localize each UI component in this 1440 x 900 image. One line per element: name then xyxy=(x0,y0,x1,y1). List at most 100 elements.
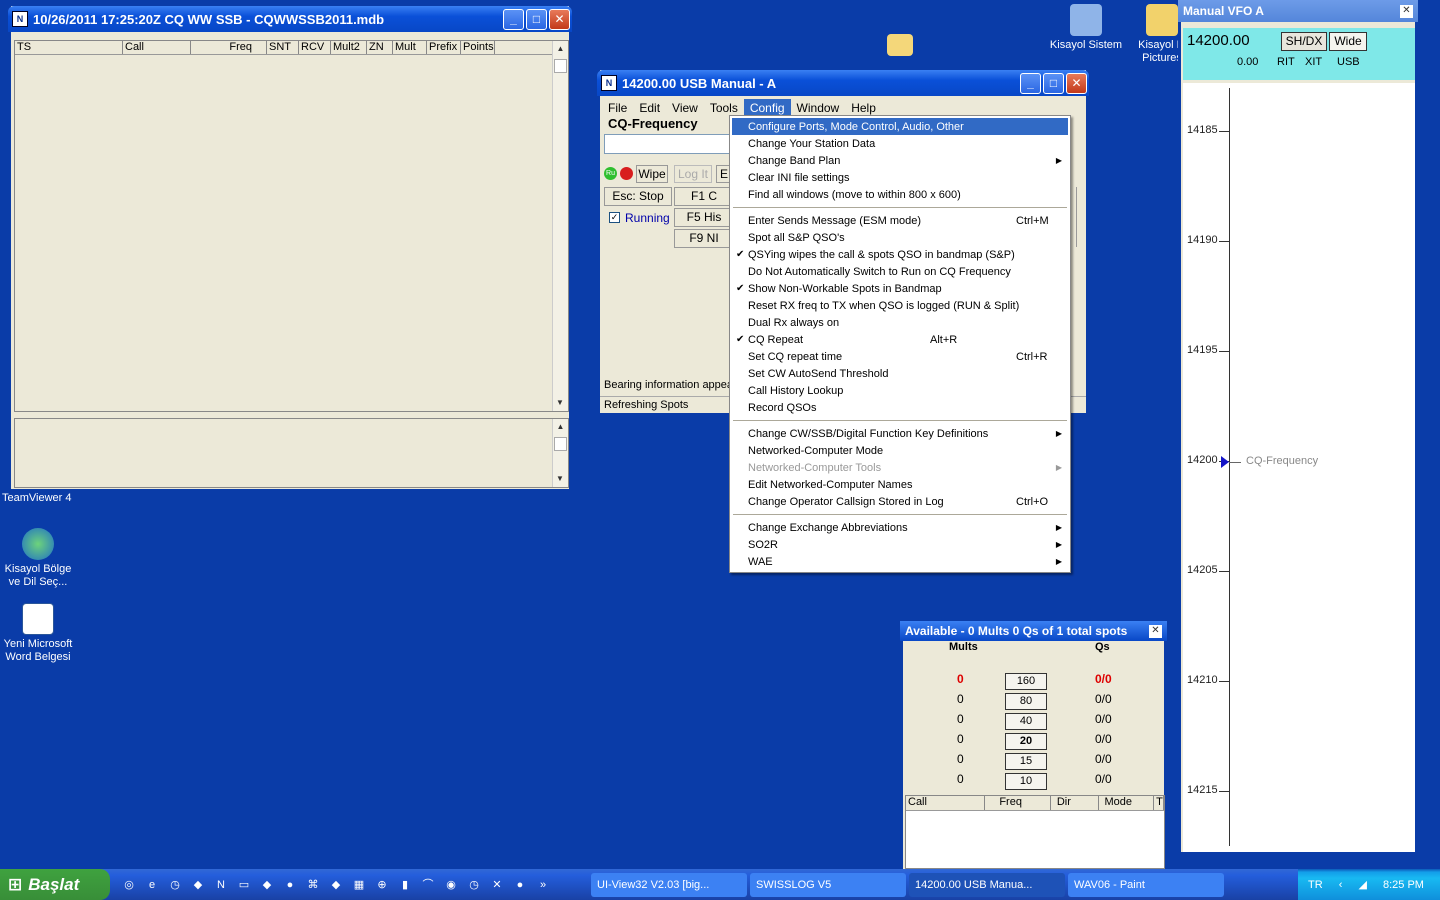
task-ui-view32[interactable]: UI-View32 V2.03 [big... xyxy=(591,872,747,897)
col-call[interactable]: Call xyxy=(123,41,191,54)
col-zn[interactable]: ZN xyxy=(367,41,393,54)
scroll-up-arrow[interactable]: ▲ xyxy=(553,41,568,57)
config-menu-item[interactable]: Set CW AutoSend Threshold xyxy=(732,365,1068,382)
browser-icon[interactable]: ◎ xyxy=(120,876,138,894)
config-menu-item[interactable]: Change Your Station Data xyxy=(732,135,1068,152)
col-call[interactable]: Call xyxy=(906,796,986,810)
desktop-icon-kisayol-sistem[interactable]: Kisayol Sistem xyxy=(1048,4,1124,52)
media-icon[interactable]: ◉ xyxy=(442,876,460,894)
antenna-icon[interactable]: ⌘ xyxy=(304,876,322,894)
band-button[interactable]: 80 xyxy=(1005,693,1047,710)
desktop-icon-word-doc[interactable]: Yeni Microsoft Word Belgesi xyxy=(0,603,76,664)
menu-view[interactable]: View xyxy=(666,99,704,117)
cq-frequency-spot[interactable]: CQ-Frequency xyxy=(1246,455,1318,467)
col-freq[interactable]: Freq xyxy=(191,41,267,54)
config-menu-item[interactable]: Configure Ports, Mode Control, Audio, Ot… xyxy=(732,118,1068,135)
menu-edit[interactable]: Edit xyxy=(633,99,666,117)
config-menu-item[interactable]: Reset RX freq to TX when QSO is logged (… xyxy=(732,297,1068,314)
desktop-icon-folder[interactable] xyxy=(862,34,938,59)
config-menu-item[interactable]: Spot all S&P QSO's xyxy=(732,229,1068,246)
col-dir[interactable]: Dir xyxy=(1051,796,1099,810)
xit-label[interactable]: XIT xyxy=(1305,56,1322,68)
config-menu-item[interactable]: Find all windows (move to within 800 x 6… xyxy=(732,186,1068,203)
tool-icon[interactable]: ◆ xyxy=(327,876,345,894)
task-paint[interactable]: WAV06 - Paint xyxy=(1068,872,1224,897)
scroll-down-arrow[interactable]: ▼ xyxy=(553,395,567,411)
col-mult[interactable]: Mult xyxy=(393,41,427,54)
col-prefix[interactable]: Prefix xyxy=(427,41,461,54)
tray-expand-icon[interactable]: ‹ xyxy=(1339,879,1343,891)
scroll-up-arrow[interactable]: ▲ xyxy=(553,419,568,435)
globe-icon[interactable]: ● xyxy=(281,876,299,894)
config-menu-item[interactable]: ✔ Show Non-Workable Spots in Bandmap xyxy=(732,280,1068,297)
config-menu-item[interactable]: Change Exchange Abbreviations ▶ xyxy=(732,519,1068,536)
col-points[interactable]: Points xyxy=(461,41,495,54)
task-swisslog[interactable]: SWISSLOG V5 xyxy=(750,872,906,897)
target-icon[interactable]: ⊕ xyxy=(373,876,391,894)
wide-button[interactable]: Wide xyxy=(1329,32,1367,51)
config-menu-item[interactable]: Edit Networked-Computer Names xyxy=(732,476,1068,493)
satellite-icon[interactable]: ◆ xyxy=(258,876,276,894)
log-vscroll[interactable]: ▲ ▼ xyxy=(552,41,568,411)
desktop-icon-teamviewer[interactable]: TeamViewer 4 xyxy=(2,492,78,505)
config-menu-item[interactable]: Record QSOs xyxy=(732,399,1068,416)
info-vscroll[interactable]: ▲ ▼ xyxy=(552,419,568,487)
ham-app-icon[interactable]: ◆ xyxy=(189,876,207,894)
config-menu-item[interactable]: Networked-Computer Tools ▶ xyxy=(732,459,1068,476)
spots-list[interactable]: Call Freq Dir Mode T xyxy=(905,795,1165,869)
close-button[interactable]: ✕ xyxy=(549,8,570,30)
scroll-thumb[interactable] xyxy=(554,437,567,451)
config-menu-item[interactable]: Change Band Plan ▶ xyxy=(732,152,1068,169)
config-menu-item[interactable]: Change Operator Callsign Stored in Log Ct… xyxy=(732,493,1068,510)
volume-icon[interactable]: ◢ xyxy=(1358,878,1366,891)
col-freq[interactable]: Freq xyxy=(985,796,1051,810)
col-mult2[interactable]: Mult2 xyxy=(331,41,367,54)
meter-icon[interactable]: ▮ xyxy=(396,876,414,894)
band-button[interactable]: 15 xyxy=(1005,753,1047,770)
earth-icon[interactable]: ● xyxy=(511,876,529,894)
rit-label[interactable]: RIT xyxy=(1277,56,1295,68)
log-it-button[interactable]: Log It xyxy=(674,165,712,183)
menu-file[interactable]: File xyxy=(602,99,633,117)
entry-window-titlebar[interactable]: N 14200.00 USB Manual - A _ □ ✕ xyxy=(597,70,1089,96)
esc-stop-button[interactable]: Esc: Stop xyxy=(604,187,672,206)
minimize-button[interactable]: _ xyxy=(503,8,524,30)
available-titlebar[interactable]: Available - 0 Mults 0 Qs of 1 total spot… xyxy=(900,621,1167,641)
config-menu-item[interactable]: Dual Rx always on xyxy=(732,314,1068,331)
ie-icon[interactable]: e xyxy=(143,876,161,894)
shdx-button[interactable]: SH/DX xyxy=(1281,32,1327,51)
close-button[interactable]: ✕ xyxy=(1149,624,1162,638)
bandmap-area[interactable] xyxy=(1183,83,1415,852)
band-button[interactable]: 20 xyxy=(1005,733,1047,750)
language-indicator[interactable]: TR xyxy=(1308,879,1323,891)
scroll-thumb[interactable] xyxy=(554,59,567,73)
config-menu-item[interactable]: Call History Lookup xyxy=(732,382,1068,399)
start-button[interactable]: ⊞ Başlat xyxy=(0,869,110,900)
butterfly-icon[interactable]: ✕ xyxy=(488,876,506,894)
band-button[interactable]: 10 xyxy=(1005,773,1047,790)
band-button[interactable]: 40 xyxy=(1005,713,1047,730)
config-menu-item[interactable]: Do Not Automatically Switch to Run on CQ… xyxy=(732,263,1068,280)
col-mode[interactable]: Mode xyxy=(1099,796,1155,810)
config-menu-item[interactable]: SO2R ▶ xyxy=(732,536,1068,553)
task-n1mm-entry[interactable]: 14200.00 USB Manua... xyxy=(909,872,1065,897)
callsign-input[interactable] xyxy=(604,134,734,154)
running-checkbox[interactable]: ✓ xyxy=(609,212,620,223)
f5-button[interactable]: F5 His xyxy=(674,208,734,227)
config-menu-item[interactable]: WAE ▶ xyxy=(732,553,1068,570)
clock-app-icon[interactable]: ◷ xyxy=(166,876,184,894)
maximize-button[interactable]: □ xyxy=(526,8,547,30)
config-menu-item[interactable]: Change CW/SSB/Digital Function Key Defin… xyxy=(732,425,1068,442)
bandmap-titlebar[interactable]: Manual VFO A ✕ xyxy=(1178,0,1418,22)
config-menu-item[interactable]: ✔ CQ Repeat Alt+R xyxy=(732,331,1068,348)
config-menu-item[interactable]: ✔ QSYing wipes the call & spots QSO in ba… xyxy=(732,246,1068,263)
close-button[interactable]: ✕ xyxy=(1400,4,1413,18)
log-window-titlebar[interactable]: N 10/26/2011 17:25:20Z CQ WW SSB - CQWWS… xyxy=(8,6,572,32)
config-menu-item[interactable]: Enter Sends Message (ESM mode) Ctrl+M xyxy=(732,212,1068,229)
clock-icon[interactable]: ◷ xyxy=(465,876,483,894)
col-t[interactable]: T xyxy=(1154,796,1164,810)
scroll-down-arrow[interactable]: ▼ xyxy=(553,471,567,487)
config-menu-item[interactable]: Set CQ repeat time Ctrl+R xyxy=(732,348,1068,365)
close-button[interactable]: ✕ xyxy=(1066,72,1087,94)
run-icon[interactable]: Ru xyxy=(604,167,617,180)
